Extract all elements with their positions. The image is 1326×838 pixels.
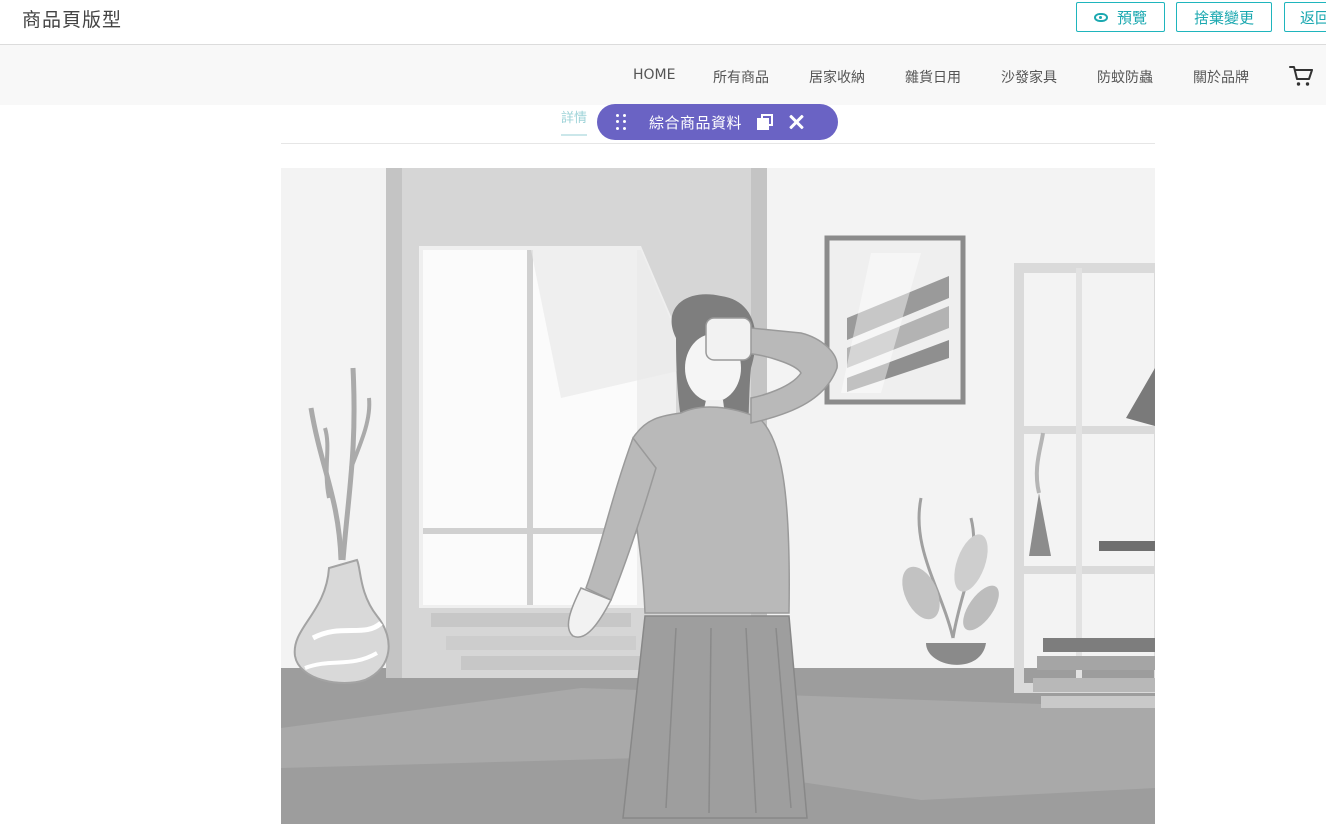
discard-changes-button[interactable]: 捨棄變更 (1176, 2, 1272, 32)
page-title: 商品頁版型 (22, 9, 123, 31)
nav-item-home[interactable]: HOME (633, 67, 675, 83)
nav-item-daily-goods[interactable]: 雜貨日用 (905, 67, 961, 87)
back-label: 返回 (1300, 8, 1326, 27)
nav-item-sofa-furniture[interactable]: 沙發家具 (1001, 67, 1057, 87)
editor-header: 商品頁版型 預覽 捨棄變更 返回 (0, 0, 1326, 45)
product-hero-image (281, 168, 1155, 824)
tab-details[interactable]: 詳情 (561, 107, 588, 136)
tab-divider (281, 143, 1155, 144)
duplicate-icon[interactable] (757, 114, 774, 130)
drag-handle-icon[interactable] (616, 114, 626, 130)
close-icon[interactable] (788, 114, 804, 130)
eye-icon (1093, 12, 1108, 22)
nav-item-home-storage[interactable]: 居家收納 (809, 67, 865, 87)
shopping-cart-icon[interactable] (1289, 65, 1313, 87)
nav-item-all-products[interactable]: 所有商品 (713, 67, 769, 87)
preview-button[interactable]: 預覽 (1076, 2, 1165, 32)
nav-item-about-brand[interactable]: 關於品牌 (1193, 67, 1249, 87)
block-toolbar: 綜合商品資料 (597, 104, 838, 140)
back-button[interactable]: 返回 (1284, 2, 1326, 32)
nav-item-pest-control[interactable]: 防蚊防蟲 (1097, 67, 1153, 87)
discard-label: 捨棄變更 (1193, 8, 1254, 27)
room-illustration (281, 168, 1155, 824)
store-navbar: HOME 所有商品 居家收納 雜貨日用 沙發家具 防蚊防蟲 關於品牌 (0, 45, 1326, 105)
preview-label: 預覽 (1116, 8, 1147, 27)
block-toolbar-label: 綜合商品資料 (649, 113, 743, 132)
